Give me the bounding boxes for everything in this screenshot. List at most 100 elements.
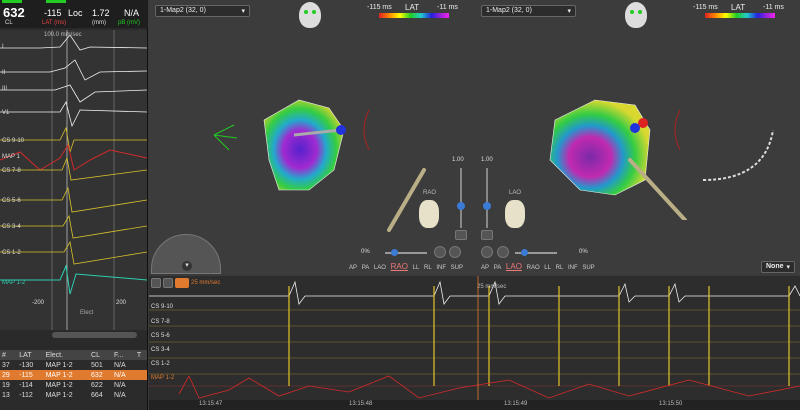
cell: 664 xyxy=(91,391,103,399)
reset-view-icon[interactable] xyxy=(434,246,446,258)
view-ll-button[interactable]: LL xyxy=(413,265,420,271)
egm-scrollbar[interactable] xyxy=(52,332,137,338)
loc-unit: (mm) xyxy=(92,20,106,26)
overlay-dropdown[interactable]: None ▾ xyxy=(761,261,795,273)
zoom-handle[interactable] xyxy=(483,202,491,210)
strip-channel-label: CS 9-10 xyxy=(151,304,174,310)
lat-title: LAT xyxy=(731,3,746,12)
column-header[interactable]: F... xyxy=(111,350,135,360)
table-row[interactable]: 13 -112 MAP 1-2 664 N/A xyxy=(0,390,147,400)
percent-label: 0% xyxy=(361,249,370,255)
view-inf-button[interactable]: INF xyxy=(568,265,578,271)
view-rl-button[interactable]: RL xyxy=(556,265,564,271)
cs-trace xyxy=(0,240,148,265)
time-label: 13:15:48 xyxy=(349,401,373,407)
cell: 29 xyxy=(0,370,18,380)
recording-strip: 25 mm/sec 25 mm/sec CS 9-10 CS 7-8 CS 5-… xyxy=(149,276,800,410)
axis-left: -200 xyxy=(32,300,45,306)
loc-label: Loc xyxy=(68,8,83,18)
strip-channel-label: CS 7-8 xyxy=(151,319,170,325)
channel-label: I xyxy=(2,44,4,50)
cell: 13 xyxy=(2,391,10,399)
channel-label: MAP 1 xyxy=(2,154,20,160)
zoom-slider[interactable] xyxy=(460,168,462,228)
view-rl-button[interactable]: RL xyxy=(424,265,432,271)
cell: -114 xyxy=(19,381,33,389)
signal-panel: 632 CL -115 LAT (ms) Loc 1.72 (mm) N/A p… xyxy=(0,0,148,410)
rotate-icon[interactable] xyxy=(481,230,493,240)
view-sup-button[interactable]: SUP xyxy=(582,265,594,271)
zoom-value: 1.00 xyxy=(452,157,464,163)
channel-label: CS 7-8 xyxy=(2,168,21,174)
chevron-down-icon: ▾ xyxy=(567,8,571,15)
cell: 632 xyxy=(89,370,112,380)
view-pa-button[interactable]: PA xyxy=(494,265,502,271)
view-ap-button[interactable]: AP xyxy=(481,265,489,271)
egm-window: 100.0 mm/sec I II III V1 CS 9-10 MAP 1 C… xyxy=(0,30,148,330)
elect-label: Elect xyxy=(80,310,94,316)
cell: MAP 1-2 xyxy=(45,361,73,369)
view-pa-button[interactable]: PA xyxy=(362,265,370,271)
view-sup-button[interactable]: SUP xyxy=(451,265,463,271)
view-rao-button[interactable]: RAO xyxy=(527,265,540,271)
view-ll-button[interactable]: LL xyxy=(544,265,551,271)
channel-label: CS 3-4 xyxy=(2,224,21,230)
cs-trace xyxy=(0,214,148,239)
slider-handle[interactable] xyxy=(391,249,398,256)
zoom-handle[interactable] xyxy=(457,202,465,210)
column-header[interactable]: Elect. xyxy=(43,350,90,360)
table-row[interactable]: 37 -130 MAP 1-2 501 N/A xyxy=(0,360,147,370)
lat-label: LAT (ms) xyxy=(42,20,67,26)
cell xyxy=(135,380,147,390)
map-select[interactable]: 1-Map2 (32, 0) ▾ xyxy=(481,5,576,17)
camera-icon[interactable] xyxy=(449,246,461,258)
lat-min: -115 ms xyxy=(367,4,392,11)
view-lao-button[interactable]: LAO xyxy=(506,262,522,271)
status-bar xyxy=(2,0,22,3)
head-orientation-icon xyxy=(625,2,647,28)
chevron-down-icon[interactable]: ▾ xyxy=(182,261,192,271)
lat-max: -11 ms xyxy=(763,4,784,11)
view-inf-button[interactable]: INF xyxy=(436,265,446,271)
rotation-dial[interactable]: ▾ xyxy=(151,234,221,274)
lat-max: -11 ms xyxy=(437,4,458,11)
zoom-value: 1.00 xyxy=(481,157,493,163)
view-ap-button[interactable]: AP xyxy=(349,265,357,271)
channel-label: CS 9-10 xyxy=(2,138,25,144)
map-pane-lao[interactable]: 1-Map2 (32, 0) ▾ -115 ms LAT -11 ms 1.00 xyxy=(475,0,800,274)
strip-channel-label: CS 5-6 xyxy=(151,333,170,339)
view-label: LAO xyxy=(509,190,522,196)
table-row[interactable]: 19 -114 MAP 1-2 622 N/A xyxy=(0,380,147,390)
chevron-down-icon: ▾ xyxy=(241,8,245,15)
cell: MAP 1-2 xyxy=(45,381,73,389)
map-select[interactable]: 1-Map2 (32, 0) ▾ xyxy=(155,5,250,17)
table-row-selected[interactable]: 29 -115 MAP 1-2 632 N/A xyxy=(0,370,147,380)
time-label: 13:15:47 xyxy=(199,401,223,407)
column-header[interactable]: T xyxy=(134,350,147,360)
head-orientation-icon xyxy=(299,2,321,28)
view-rao-button[interactable]: RAO xyxy=(391,262,408,271)
ecg-trace-iii xyxy=(0,84,148,103)
cell xyxy=(134,370,147,380)
slider-handle[interactable] xyxy=(521,249,528,256)
table-header-row: # LAT Elect. CL F... T xyxy=(0,350,147,360)
column-header[interactable]: LAT xyxy=(17,350,44,360)
column-header[interactable]: # xyxy=(0,350,18,360)
chevron-down-icon: ▾ xyxy=(786,264,790,271)
cl-label: CL xyxy=(5,20,13,26)
map-pane-rao[interactable]: 1-Map2 (32, 0) ▾ -115 ms LAT -11 ms RAO xyxy=(149,0,474,274)
cs-catheter xyxy=(702,129,774,181)
view-buttons: AP PA LAO RAO LL RL INF SUP xyxy=(481,262,598,271)
cell: N/A xyxy=(113,381,126,389)
lat-title: LAT xyxy=(405,3,420,12)
heart-map-rao[interactable] xyxy=(209,90,379,210)
view-lao-button[interactable]: LAO xyxy=(374,265,386,271)
camera-icon[interactable] xyxy=(497,246,509,258)
column-header[interactable]: CL xyxy=(89,350,112,360)
zoom-slider[interactable] xyxy=(486,168,488,228)
reset-view-icon[interactable] xyxy=(481,246,493,258)
cell xyxy=(135,360,147,370)
rotate-icon[interactable] xyxy=(455,230,467,240)
ecg-trace-ii xyxy=(0,59,148,81)
cell: N/A xyxy=(113,391,126,399)
